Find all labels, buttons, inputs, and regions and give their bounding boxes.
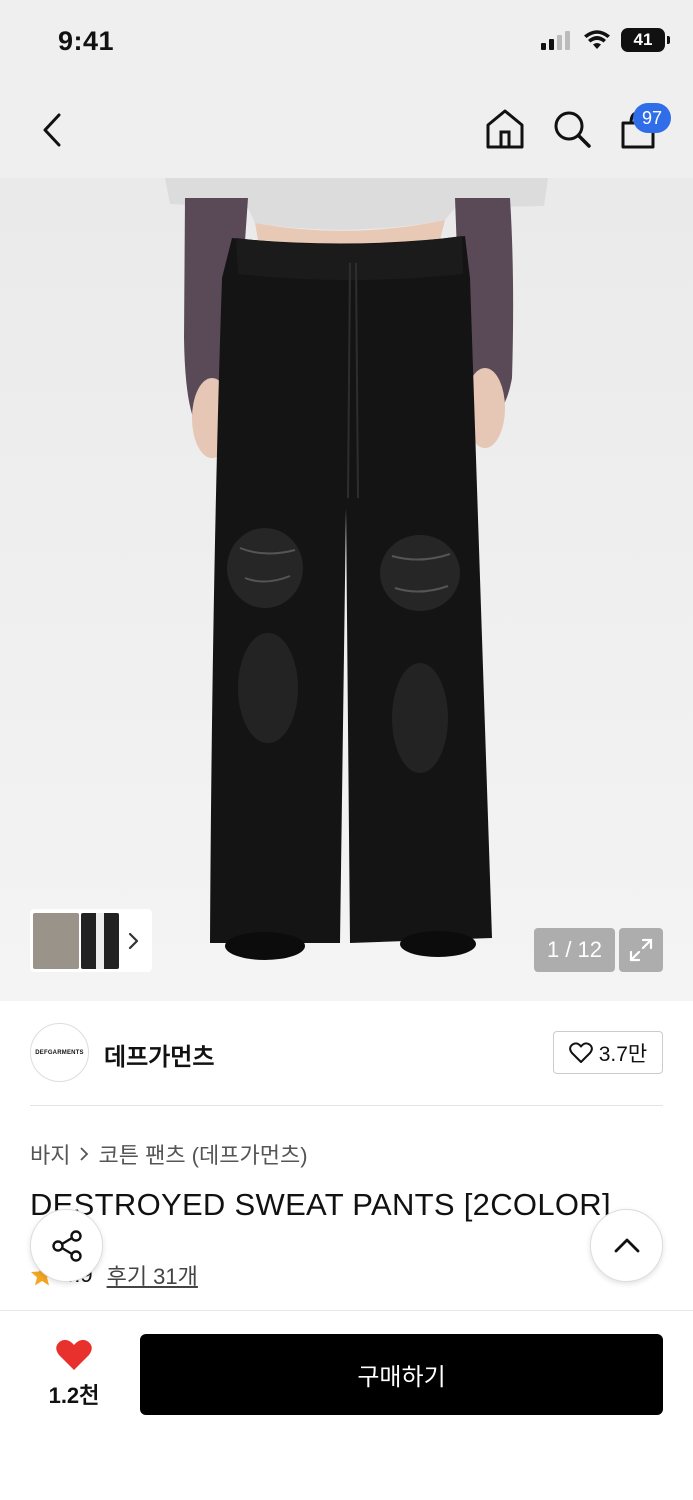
image-counter: 1 / 12 bbox=[534, 928, 615, 972]
share-icon bbox=[51, 1229, 82, 1262]
chevron-right-icon bbox=[80, 1147, 89, 1161]
wishlist-button[interactable]: 1.2천 bbox=[30, 1338, 118, 1410]
wifi-icon bbox=[584, 30, 610, 49]
bottom-divider bbox=[0, 1310, 693, 1311]
share-button[interactable] bbox=[30, 1209, 103, 1282]
brand-name[interactable]: 데프가먼츠 bbox=[104, 1037, 214, 1072]
heart-filled-icon bbox=[56, 1339, 92, 1370]
thumbnail-gray[interactable] bbox=[33, 912, 79, 969]
search-button[interactable] bbox=[550, 106, 594, 152]
chevron-right-icon[interactable] bbox=[121, 921, 147, 961]
wishlist-count: 1.2천 bbox=[48, 1383, 100, 1408]
chevron-left-icon bbox=[43, 113, 61, 147]
brand-logo[interactable]: DEFGARMENTS bbox=[30, 1023, 89, 1082]
cart-count-badge: 97 bbox=[633, 103, 671, 133]
breadcrumb: 바지 코튼 팬츠 (데프가먼츠) bbox=[30, 1138, 308, 1170]
battery-icon: 41 bbox=[621, 28, 670, 52]
home-icon bbox=[486, 109, 524, 149]
heart-outline-icon bbox=[568, 1041, 593, 1063]
thumbnail-black[interactable] bbox=[81, 912, 119, 969]
divider bbox=[30, 1105, 663, 1106]
brand-like-button[interactable]: 3.7만 bbox=[553, 1031, 663, 1074]
scroll-top-button[interactable] bbox=[590, 1209, 663, 1282]
status-time: 9:41 bbox=[58, 26, 115, 56]
signal-icon bbox=[541, 31, 570, 50]
home-button[interactable] bbox=[483, 106, 527, 152]
product-photo bbox=[165, 178, 548, 960]
brand-like-count: 3.7만 bbox=[598, 1042, 648, 1066]
search-icon bbox=[554, 111, 591, 148]
thumbnail-strip[interactable] bbox=[30, 909, 152, 972]
status-bar: 9:41 41 bbox=[0, 0, 693, 86]
product-image[interactable]: 1 / 12 bbox=[0, 178, 693, 1001]
breadcrumb-subcategory[interactable]: 코튼 팬츠 (데프가먼츠) bbox=[98, 1138, 307, 1170]
brand-row[interactable]: DEFGARMENTS 데프가먼츠 3.7만 bbox=[30, 1023, 663, 1083]
chevron-up-icon bbox=[614, 1238, 639, 1252]
product-title: DESTROYED SWEAT PANTS [2COLOR] bbox=[30, 1187, 611, 1222]
back-button[interactable] bbox=[32, 108, 72, 152]
buy-button[interactable]: 구매하기 bbox=[140, 1334, 663, 1415]
breadcrumb-category[interactable]: 바지 bbox=[30, 1138, 70, 1170]
expand-icon bbox=[629, 938, 653, 962]
expand-button[interactable] bbox=[619, 928, 663, 972]
review-link[interactable]: 후기 31개 bbox=[107, 1259, 198, 1291]
status-icons: 41 bbox=[539, 28, 670, 52]
